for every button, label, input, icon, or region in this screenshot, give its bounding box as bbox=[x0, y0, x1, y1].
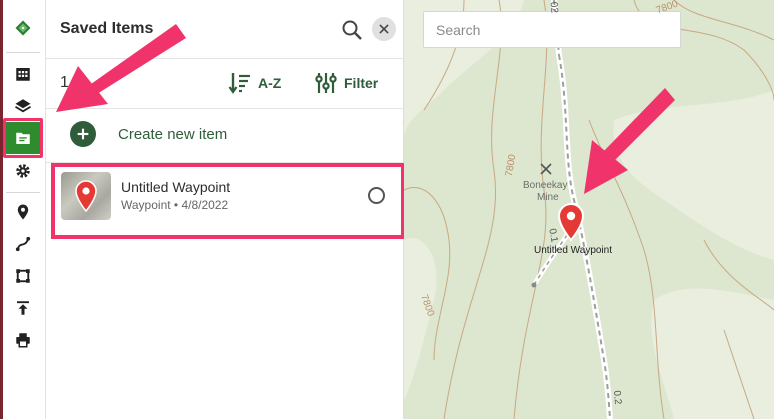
item-select-radio[interactable] bbox=[368, 187, 385, 204]
area-icon[interactable] bbox=[6, 260, 40, 292]
trail-distance-label: 02 bbox=[547, 1, 560, 14]
red-pin-icon bbox=[75, 180, 97, 212]
waypoint-map-label: Untitled Waypoint bbox=[534, 245, 612, 256]
item-count: 1 bbox=[60, 74, 69, 91]
trail-distance-label: 0.1 bbox=[546, 227, 560, 244]
place-label: Boneekay bbox=[523, 180, 568, 191]
saved-items-panel: Saved Items 1 A-Z Filter Create new item… bbox=[46, 0, 405, 419]
item-title: Untitled Waypoint bbox=[121, 179, 231, 195]
saved-items-highlight bbox=[3, 118, 43, 158]
panel-search-icon[interactable] bbox=[340, 18, 364, 42]
map-terrain bbox=[404, 0, 774, 419]
app-logo-icon[interactable] bbox=[6, 12, 40, 44]
filter-sliders-icon bbox=[315, 73, 337, 93]
filter-label: Filter bbox=[344, 75, 379, 91]
panel-title: Saved Items bbox=[60, 20, 154, 37]
waypoint-pin-icon[interactable] bbox=[6, 196, 40, 228]
calendar-icon[interactable] bbox=[6, 58, 40, 90]
close-icon bbox=[379, 24, 389, 34]
item-subtitle: Waypoint • 4/8/2022 bbox=[121, 198, 229, 212]
waypoint-thumbnail bbox=[61, 172, 111, 220]
trail-distance-label: 0.2 bbox=[610, 390, 624, 405]
filter-button[interactable]: Filter bbox=[314, 68, 378, 98]
left-toolbar bbox=[0, 0, 46, 419]
route-icon[interactable] bbox=[6, 228, 40, 260]
sort-label: A-Z bbox=[258, 75, 282, 91]
sort-icon bbox=[228, 73, 250, 94]
window-edge bbox=[0, 0, 3, 419]
settings-gear-icon[interactable] bbox=[6, 155, 40, 187]
map-search-input[interactable] bbox=[423, 11, 681, 48]
create-new-item-button[interactable]: Create new item bbox=[70, 121, 227, 147]
map-view[interactable]: Boneekay Mine Untitled Waypoint 7800 780… bbox=[404, 0, 774, 419]
saved-item-row[interactable]: Untitled Waypoint Waypoint • 4/8/2022 bbox=[51, 163, 405, 239]
plus-icon bbox=[70, 121, 96, 147]
sort-az-button[interactable]: A-Z bbox=[228, 68, 281, 98]
place-label-line2: Mine bbox=[537, 192, 559, 203]
upload-icon[interactable] bbox=[6, 292, 40, 324]
close-panel-button[interactable] bbox=[372, 17, 396, 41]
print-icon[interactable] bbox=[6, 324, 40, 356]
create-new-item-label: Create new item bbox=[118, 125, 228, 143]
